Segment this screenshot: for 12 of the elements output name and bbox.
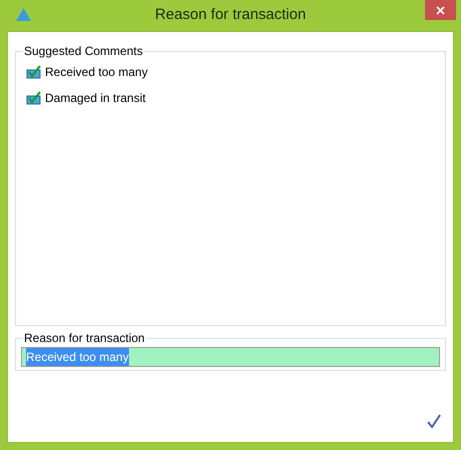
group-title: Suggested Comments: [23, 43, 144, 60]
checked-note-icon: [26, 65, 42, 79]
group-title: Reason for transaction: [23, 330, 146, 347]
checked-note-icon: [26, 91, 42, 105]
checkmark-icon: [427, 414, 441, 428]
close-icon: [436, 6, 445, 14]
close-button[interactable]: [425, 0, 456, 20]
comment-item[interactable]: Received too many: [26, 63, 435, 81]
app-logo-icon: [15, 7, 32, 22]
comment-item[interactable]: Damaged in transit: [26, 89, 435, 107]
window-title: Reason for transaction: [155, 5, 306, 26]
confirm-button[interactable]: [426, 413, 442, 429]
